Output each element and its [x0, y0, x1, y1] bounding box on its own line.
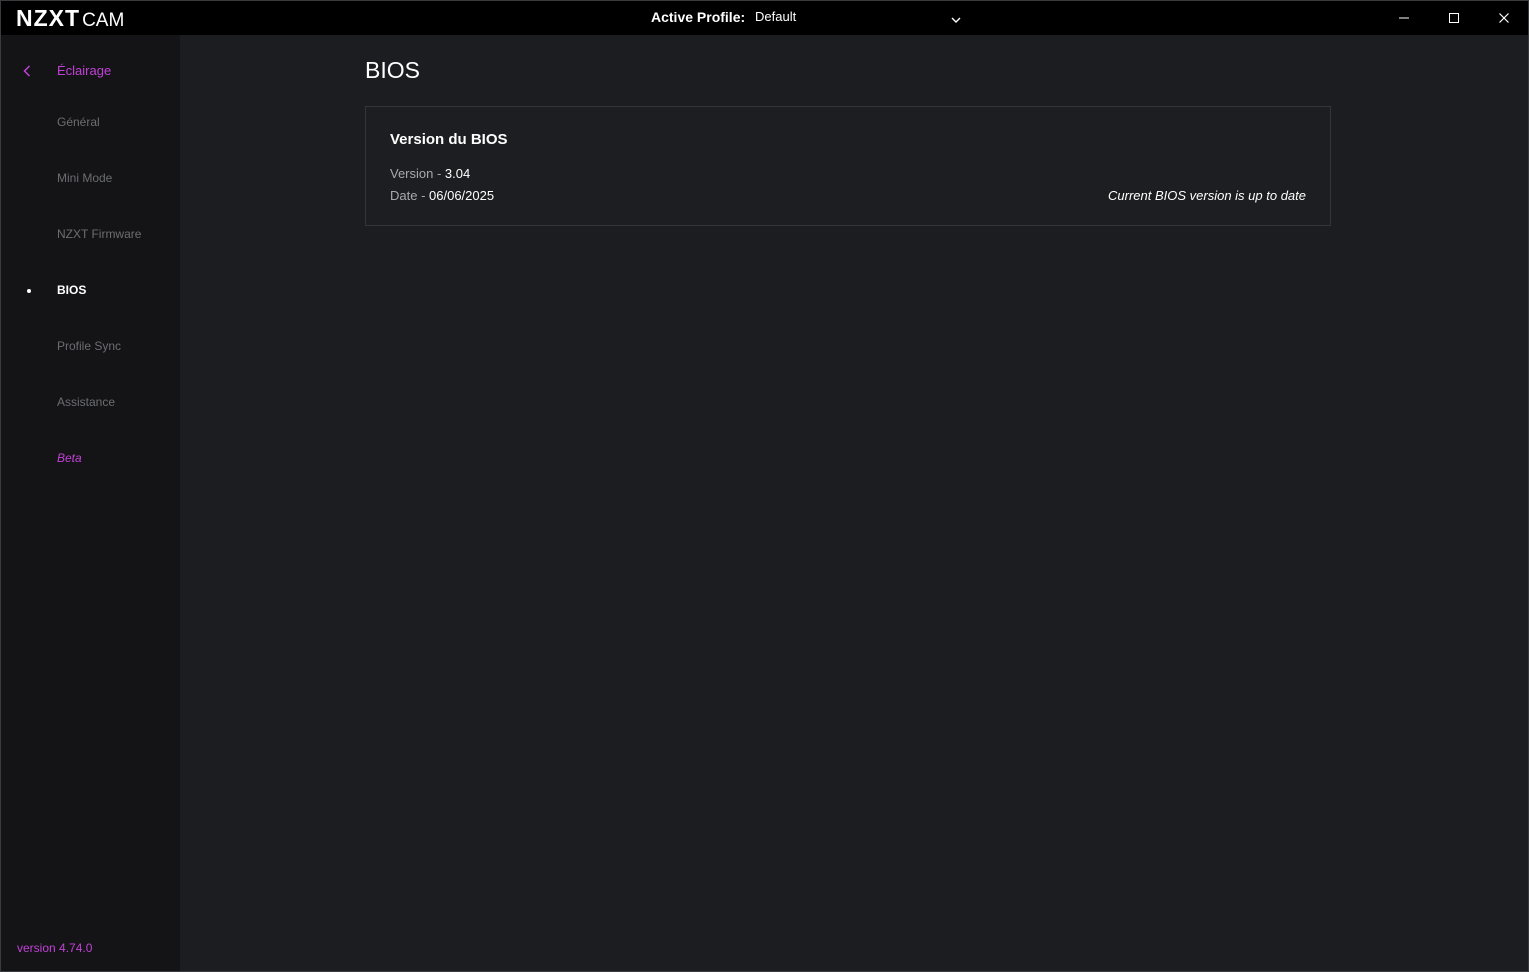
close-icon: [1499, 13, 1509, 23]
sidebar-item-label: Mini Mode: [57, 171, 113, 185]
bios-status-text: Current BIOS version is up to date: [1108, 188, 1306, 203]
sidebar-item-label: NZXT Firmware: [57, 227, 142, 241]
sidebar-item-label: Assistance: [57, 395, 116, 409]
sidebar-item-mini-mode[interactable]: Mini Mode: [1, 165, 180, 193]
back-button[interactable]: Éclairage: [23, 61, 163, 81]
sidebar-item-profile-sync[interactable]: Profile Sync: [1, 333, 180, 361]
bios-version-card: Version du BIOS Version - 3.04 Date - 06…: [365, 106, 1331, 226]
page-title: BIOS: [365, 57, 420, 83]
bios-date-value: 06/06/2025: [429, 188, 495, 203]
active-profile-label: Active Profile:: [651, 9, 746, 25]
bios-version-value: 3.04: [444, 166, 471, 181]
back-label: Éclairage: [57, 63, 112, 78]
active-indicator-dot: [27, 289, 31, 293]
card-title: Version du BIOS: [390, 131, 508, 148]
sidebar-item-bios[interactable]: BIOS: [1, 277, 180, 305]
sidebar-item-beta[interactable]: Beta: [1, 445, 180, 473]
sidebar-item-nzxt-firmware[interactable]: NZXT Firmware: [1, 221, 180, 249]
chevron-left-icon: [23, 64, 31, 82]
logo-main: NZXT: [16, 5, 81, 31]
close-button[interactable]: [1481, 1, 1527, 35]
sidebar-item-label: Beta: [57, 451, 82, 465]
minimize-icon: [1399, 17, 1409, 19]
profile-dropdown[interactable]: Default: [755, 9, 961, 24]
sidebar-item-label: Général: [57, 115, 100, 129]
chevron-down-icon: [951, 12, 961, 27]
bios-date-row: Date - 06/06/2025: [390, 188, 494, 203]
sidebar-item-general[interactable]: Général: [1, 109, 180, 137]
sidebar-item-label: Profile Sync: [57, 339, 122, 353]
maximize-icon: [1449, 13, 1459, 23]
app-logo: NZXT CAM: [16, 5, 124, 32]
active-profile: Active Profile: Default: [651, 9, 961, 25]
bios-version-row: Version - 3.04: [390, 166, 470, 181]
logo-sub: CAM: [82, 10, 125, 31]
profile-dropdown-value: Default: [755, 9, 797, 24]
sidebar-item-label: BIOS: [57, 283, 87, 297]
bios-version-label: Version -: [390, 166, 445, 181]
title-bar: NZXT CAM Active Profile: Default: [1, 1, 1528, 35]
bios-date-label: Date -: [390, 188, 430, 203]
app-window: NZXT CAM Active Profile: Default Éclaira…: [0, 0, 1529, 972]
sidebar-item-assistance[interactable]: Assistance: [1, 389, 180, 417]
maximize-button[interactable]: [1431, 1, 1477, 35]
sidebar: Éclairage Général Mini Mode NZXT Firmwar…: [1, 35, 180, 971]
minimize-button[interactable]: [1381, 1, 1427, 35]
app-version: version 4.74.0: [17, 941, 93, 955]
